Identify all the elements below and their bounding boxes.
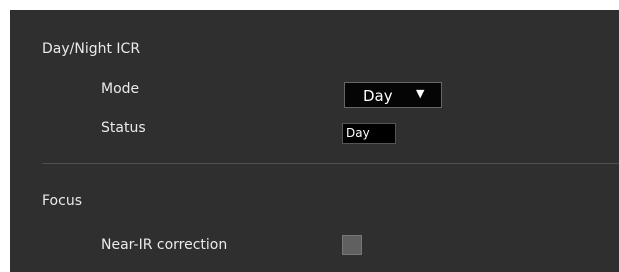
near-ir-correction-checkbox[interactable] bbox=[342, 235, 362, 255]
section-title-focus: Focus bbox=[42, 193, 82, 209]
mode-select[interactable]: Day ▼ bbox=[344, 82, 442, 108]
near-ir-correction-label: Near-IR correction bbox=[101, 237, 228, 253]
mode-label: Mode bbox=[101, 81, 140, 97]
chevron-down-icon: ▼ bbox=[416, 87, 425, 100]
settings-panel: Day/Night ICR Mode Day ▼ Status Day Focu… bbox=[10, 10, 619, 272]
status-label: Status bbox=[101, 120, 146, 136]
status-value: Day bbox=[342, 123, 396, 144]
mode-select-value: Day bbox=[363, 87, 393, 105]
section-divider bbox=[42, 163, 619, 164]
section-title-day-night-icr: Day/Night ICR bbox=[42, 41, 141, 57]
